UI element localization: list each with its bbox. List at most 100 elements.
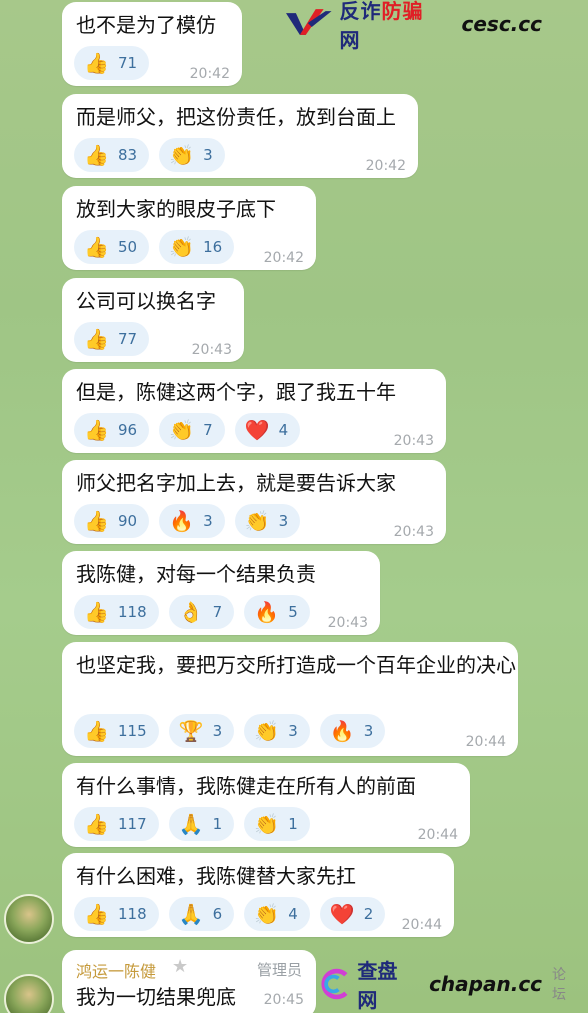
clap-icon: 👏 [244, 509, 270, 533]
message-text: 公司可以换名字 [76, 289, 216, 313]
message-bubble[interactable]: 也坚定我，要把万交所打造成一个百年企业的决心 👍 115 🏆 3 👏 3 🔥 3 20:… [62, 642, 518, 756]
reaction-count: 4 [288, 905, 298, 923]
message-time: 20:43 [393, 524, 434, 540]
reaction-thumbs-up[interactable]: 👍 117 [74, 807, 159, 841]
reaction-heart[interactable]: ❤️ 4 [234, 413, 301, 447]
clap-icon: 👏 [254, 719, 280, 743]
message-text: 但是，陈健这两个字，跟了我五十年 [76, 380, 396, 404]
avatar[interactable] [4, 974, 54, 1013]
reaction-thumbs-up[interactable]: 👍 71 [74, 46, 150, 80]
fire-icon: 🔥 [329, 719, 355, 743]
thumbs-up-icon: 👍 [84, 600, 109, 624]
reaction-trophy[interactable]: 🏆 3 [168, 714, 235, 748]
reaction-heart[interactable]: ❤️ 2 [319, 897, 386, 931]
reaction-thumbs-up[interactable]: 👍 96 [74, 413, 150, 447]
chat-area: 也不是为了模仿 👍 71 20:42 而是师父，把这份责任，放到台面上 👍 83 👏… [0, 0, 588, 1013]
message-bubble[interactable]: 放到大家的眼皮子底下 👍 50 👏 16 20:42 [62, 186, 316, 270]
reaction-clap[interactable]: 👏 16 [159, 230, 235, 264]
sender-name[interactable]: 鸿运一陈健 [76, 958, 156, 982]
message-text: 放到大家的眼皮子底下 [76, 197, 276, 221]
watermark-domain: cesc.cc [461, 12, 543, 36]
admin-badge: 管理员 [256, 961, 302, 979]
reaction-thumbs-up[interactable]: 👍 118 [74, 595, 159, 629]
reaction-thumbs-up[interactable]: 👍 115 [74, 714, 159, 748]
reaction-thumbs-up[interactable]: 👍 77 [74, 322, 150, 356]
reaction-count: 5 [288, 603, 298, 621]
reaction-count: 115 [118, 722, 147, 740]
reaction-ok-hand[interactable]: 👌 7 [168, 595, 235, 629]
reaction-count: 2 [363, 905, 374, 923]
message-time: 20:42 [263, 250, 304, 266]
clap-icon: 👏 [254, 902, 280, 926]
reaction-count: 50 [118, 238, 138, 256]
thumbs-up-icon: 👍 [84, 235, 109, 259]
reaction-pray[interactable]: 🙏 1 [168, 807, 235, 841]
reaction-clap[interactable]: 👏 3 [234, 504, 301, 538]
fire-icon: 🔥 [254, 600, 280, 624]
reaction-clap[interactable]: 👏 3 [159, 138, 225, 172]
watermark-brand-part: 网 [339, 28, 361, 52]
message-time: 20:42 [189, 66, 230, 82]
reaction-count: 1 [212, 815, 223, 833]
reaction-count: 3 [288, 722, 298, 740]
reaction-count: 7 [203, 421, 213, 439]
message-bubble[interactable]: 鸿运一陈健 ★ 管理员 我为一切结果兜底 20:45 [62, 950, 316, 1013]
thumbs-up-icon: 👍 [84, 327, 109, 351]
reaction-clap[interactable]: 👏 4 [244, 897, 310, 931]
reaction-count: 3 [363, 722, 374, 740]
reaction-count: 3 [203, 512, 213, 530]
message-bubble[interactable]: 我陈健，对每一个结果负责 👍 118 👌 7 🔥 5 20:43 [62, 551, 380, 635]
reaction-count: 96 [118, 421, 138, 439]
reaction-count: 16 [203, 238, 223, 256]
message-time: 20:43 [191, 342, 232, 358]
chapan-logo-icon [321, 968, 348, 1000]
avatar[interactable] [4, 894, 54, 944]
watermark-top: 反诈防骗网 cesc.cc [286, 0, 543, 52]
message-bubble[interactable]: 而是师父，把这份责任，放到台面上 👍 83 👏 3 20:42 [62, 94, 418, 178]
thumbs-up-icon: 👍 [84, 509, 109, 533]
message-text: 也坚定我，要把万交所打造成一个百年企业的决心 [76, 653, 516, 677]
message-text: 我陈健，对每一个结果负责 [76, 562, 316, 586]
thumbs-up-icon: 👍 [84, 902, 109, 926]
message-bubble[interactable]: 公司可以换名字 👍 77 20:43 [62, 278, 244, 362]
message-bubble[interactable]: 有什么困难，我陈健替大家先扛 👍 118 🙏 6 👏 4 ❤️ 2 20:44 [62, 853, 454, 937]
fire-icon: 🔥 [169, 509, 194, 533]
pray-icon: 🙏 [178, 902, 204, 926]
reaction-fire[interactable]: 🔥 3 [319, 714, 386, 748]
reaction-clap[interactable]: 👏 3 [244, 714, 310, 748]
watermark-brand-part: 防骗 [381, 0, 424, 23]
watermark-bottom: 查盘网 chapan.cc 论坛 [318, 959, 578, 1012]
message-time: 20:44 [417, 827, 458, 843]
reaction-fire[interactable]: 🔥 3 [159, 504, 225, 538]
reaction-count: 7 [212, 603, 223, 621]
reaction-count: 3 [203, 146, 213, 164]
reaction-thumbs-up[interactable]: 👍 50 [74, 230, 150, 264]
reaction-count: 3 [278, 512, 289, 530]
reaction-thumbs-up[interactable]: 👍 118 [74, 897, 159, 931]
clap-icon: 👏 [169, 418, 194, 442]
reaction-count: 118 [118, 905, 147, 923]
message-bubble[interactable]: 师父把名字加上去，就是要告诉大家 👍 90 🔥 3 👏 3 20:43 [62, 460, 446, 544]
reaction-count: 3 [212, 722, 223, 740]
message-time: 20:45 [263, 992, 304, 1008]
message-bubble[interactable]: 有什么事情，我陈健走在所有人的前面 👍 117 🙏 1 👏 1 20:44 [62, 763, 470, 847]
watermark-brand: 查盘网 [357, 959, 398, 1012]
heart-icon: ❤️ [329, 902, 355, 926]
thumbs-up-icon: 👍 [84, 812, 109, 836]
thumbs-up-icon: 👍 [84, 143, 109, 167]
message-bubble[interactable]: 也不是为了模仿 👍 71 20:42 [62, 2, 242, 86]
thumbs-up-icon: 👍 [84, 418, 109, 442]
reaction-count: 71 [118, 54, 138, 72]
reaction-clap[interactable]: 👏 7 [159, 413, 225, 447]
reaction-thumbs-up[interactable]: 👍 90 [74, 504, 150, 538]
message-bubble[interactable]: 但是，陈健这两个字，跟了我五十年 👍 96 👏 7 ❤️ 4 20:43 [62, 369, 446, 453]
reaction-pray[interactable]: 🙏 6 [168, 897, 235, 931]
reaction-count: 117 [118, 815, 147, 833]
reaction-thumbs-up[interactable]: 👍 83 [74, 138, 150, 172]
reaction-fire[interactable]: 🔥 5 [244, 595, 310, 629]
watermark-brand-part: 反诈 [339, 0, 382, 23]
message-text: 有什么事情，我陈健走在所有人的前面 [76, 774, 416, 798]
star-icon: ★ [172, 956, 189, 977]
clap-icon: 👏 [169, 143, 194, 167]
reaction-clap[interactable]: 👏 1 [244, 807, 310, 841]
